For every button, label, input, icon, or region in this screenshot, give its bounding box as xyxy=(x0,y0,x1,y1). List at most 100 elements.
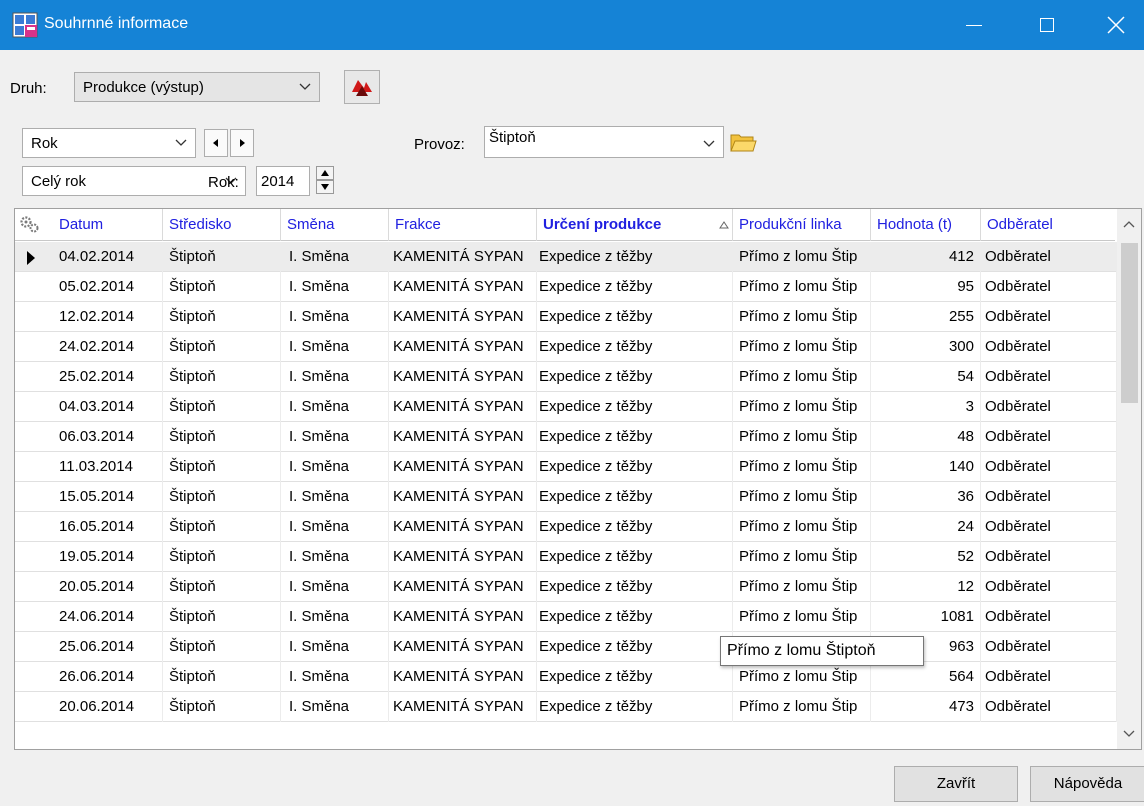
cell-hodnota[interactable]: 48 xyxy=(871,422,981,452)
cell-smena[interactable]: I. Směna xyxy=(281,332,389,362)
close-window-button[interactable] xyxy=(1088,0,1144,50)
cell-urceni-produkce[interactable]: Expedice z těžby xyxy=(537,272,733,302)
cell-frakce[interactable]: KAMENITÁ SYPAN xyxy=(389,572,537,602)
cell-frakce[interactable]: KAMENITÁ SYPAN xyxy=(389,392,537,422)
cell-datum[interactable]: 25.06.2014 xyxy=(53,632,163,662)
cell-datum[interactable]: 04.03.2014 xyxy=(53,392,163,422)
cell-odberatel[interactable]: Odběratel xyxy=(981,272,1117,302)
cell-datum[interactable]: 15.05.2014 xyxy=(53,482,163,512)
cell-stredisko[interactable]: Štiptoň xyxy=(163,662,281,692)
cell-stredisko[interactable]: Štiptoň xyxy=(163,392,281,422)
column-header-odberatel[interactable]: Odběratel xyxy=(981,209,1117,241)
table-row[interactable]: 04.02.2014 Štiptoň I. Směna KAMENITÁ SYPAN E… xyxy=(15,242,1117,272)
cell-hodnota[interactable]: 255 xyxy=(871,302,981,332)
cell-odberatel[interactable]: Odběratel xyxy=(981,602,1117,632)
cell-stredisko[interactable]: Štiptoň xyxy=(163,272,281,302)
table-row[interactable]: 20.06.2014 Štiptoň I. Směna KAMENITÁ SYPAN E… xyxy=(15,692,1117,722)
column-header-urceni-produkce[interactable]: Určení produkce xyxy=(537,209,733,241)
cell-urceni-produkce[interactable]: Expedice z těžby xyxy=(537,572,733,602)
cell-hodnota[interactable]: 54 xyxy=(871,362,981,392)
cell-hodnota[interactable]: 36 xyxy=(871,482,981,512)
cell-odberatel[interactable]: Odběratel xyxy=(981,572,1117,602)
cell-produkcni-linka[interactable]: Přímo z lomu Štip xyxy=(733,392,871,422)
cell-produkcni-linka[interactable]: Přímo z lomu Štip xyxy=(733,542,871,572)
cell-frakce[interactable]: KAMENITÁ SYPAN xyxy=(389,542,537,572)
cell-odberatel[interactable]: Odběratel xyxy=(981,392,1117,422)
cell-smena[interactable]: I. Směna xyxy=(281,392,389,422)
period-type-select[interactable]: Rok xyxy=(22,128,196,158)
table-row[interactable]: 06.03.2014 Štiptoň I. Směna KAMENITÁ SYPAN E… xyxy=(15,422,1117,452)
table-row[interactable]: 25.02.2014 Štiptoň I. Směna KAMENITÁ SYPAN E… xyxy=(15,362,1117,392)
cell-odberatel[interactable]: Odběratel xyxy=(981,482,1117,512)
cell-stredisko[interactable]: Štiptoň xyxy=(163,692,281,722)
table-row[interactable]: 20.05.2014 Štiptoň I. Směna KAMENITÁ SYPAN E… xyxy=(15,572,1117,602)
cell-frakce[interactable]: KAMENITÁ SYPAN xyxy=(389,692,537,722)
cell-urceni-produkce[interactable]: Expedice z těžby xyxy=(537,662,733,692)
cell-stredisko[interactable]: Štiptoň xyxy=(163,452,281,482)
cell-frakce[interactable]: KAMENITÁ SYPAN xyxy=(389,602,537,632)
column-header-stredisko[interactable]: Středisko xyxy=(163,209,281,241)
scroll-up-icon[interactable] xyxy=(1123,219,1135,231)
cell-frakce[interactable]: KAMENITÁ SYPAN xyxy=(389,362,537,392)
column-header-hodnota[interactable]: Hodnota (t) xyxy=(871,209,981,241)
help-button[interactable]: Nápověda xyxy=(1030,766,1144,802)
cell-urceni-produkce[interactable]: Expedice z těžby xyxy=(537,512,733,542)
cell-produkcni-linka[interactable]: Přímo z lomu Štip xyxy=(733,332,871,362)
scroll-thumb[interactable] xyxy=(1121,243,1138,403)
cell-smena[interactable]: I. Směna xyxy=(281,602,389,632)
cell-produkcni-linka[interactable]: Přímo z lomu Štip xyxy=(733,602,871,632)
table-row[interactable]: 19.05.2014 Štiptoň I. Směna KAMENITÁ SYPAN E… xyxy=(15,542,1117,572)
cell-smena[interactable]: I. Směna xyxy=(281,542,389,572)
cell-odberatel[interactable]: Odběratel xyxy=(981,542,1117,572)
cell-odberatel[interactable]: Odběratel xyxy=(981,302,1117,332)
table-row[interactable]: 04.03.2014 Štiptoň I. Směna KAMENITÁ SYPAN E… xyxy=(15,392,1117,422)
cell-hodnota[interactable]: 473 xyxy=(871,692,981,722)
cell-hodnota[interactable]: 412 xyxy=(871,242,981,272)
cell-odberatel[interactable]: Odběratel xyxy=(981,452,1117,482)
previous-period-button[interactable] xyxy=(204,129,228,157)
cell-urceni-produkce[interactable]: Expedice z těžby xyxy=(537,362,733,392)
cell-urceni-produkce[interactable]: Expedice z těžby xyxy=(537,392,733,422)
cell-stredisko[interactable]: Štiptoň xyxy=(163,482,281,512)
vertical-scrollbar[interactable] xyxy=(1117,209,1141,749)
cell-frakce[interactable]: KAMENITÁ SYPAN xyxy=(389,272,537,302)
cell-datum[interactable]: 20.06.2014 xyxy=(53,692,163,722)
cell-hodnota[interactable]: 52 xyxy=(871,542,981,572)
cell-frakce[interactable]: KAMENITÁ SYPAN xyxy=(389,512,537,542)
druh-select[interactable]: Produkce (výstup) xyxy=(74,72,320,102)
cell-datum[interactable]: 24.02.2014 xyxy=(53,332,163,362)
cell-datum[interactable]: 19.05.2014 xyxy=(53,542,163,572)
cell-hodnota[interactable]: 300 xyxy=(871,332,981,362)
cell-datum[interactable]: 05.02.2014 xyxy=(53,272,163,302)
cell-urceni-produkce[interactable]: Expedice z těžby xyxy=(537,302,733,332)
year-input[interactable]: 2014 xyxy=(256,166,310,196)
cell-frakce[interactable]: KAMENITÁ SYPAN xyxy=(389,302,537,332)
cell-stredisko[interactable]: Štiptoň xyxy=(163,542,281,572)
column-header-smena[interactable]: Směna xyxy=(281,209,389,241)
cell-frakce[interactable]: KAMENITÁ SYPAN xyxy=(389,632,537,662)
column-header-frakce[interactable]: Frakce xyxy=(389,209,537,241)
column-header-produkcni-linka[interactable]: Produkční linka xyxy=(733,209,871,241)
provoz-select[interactable]: Štiptoň xyxy=(484,126,724,158)
cell-urceni-produkce[interactable]: Expedice z těžby xyxy=(537,482,733,512)
cell-produkcni-linka[interactable]: Přímo z lomu Štip xyxy=(733,272,871,302)
browse-folder-button[interactable] xyxy=(728,127,758,157)
cell-frakce[interactable]: KAMENITÁ SYPAN xyxy=(389,242,537,272)
cell-datum[interactable]: 24.06.2014 xyxy=(53,602,163,632)
cell-smena[interactable]: I. Směna xyxy=(281,632,389,662)
cell-odberatel[interactable]: Odběratel xyxy=(981,632,1117,662)
table-row[interactable]: 05.02.2014 Štiptoň I. Směna KAMENITÁ SYPAN E… xyxy=(15,272,1117,302)
cell-datum[interactable]: 20.05.2014 xyxy=(53,572,163,602)
cell-smena[interactable]: I. Směna xyxy=(281,512,389,542)
cell-produkcni-linka[interactable]: Přímo z lomu Štip xyxy=(733,662,871,692)
minimize-button[interactable] xyxy=(946,0,1002,50)
table-row[interactable]: 24.02.2014 Štiptoň I. Směna KAMENITÁ SYPAN E… xyxy=(15,332,1117,362)
cell-odberatel[interactable]: Odběratel xyxy=(981,242,1117,272)
cell-datum[interactable]: 26.06.2014 xyxy=(53,662,163,692)
cell-produkcni-linka[interactable]: Přímo z lomu Štip xyxy=(733,242,871,272)
cell-stredisko[interactable]: Štiptoň xyxy=(163,362,281,392)
cell-urceni-produkce[interactable]: Expedice z těžby xyxy=(537,632,733,662)
cell-smena[interactable]: I. Směna xyxy=(281,572,389,602)
cell-produkcni-linka[interactable]: Přímo z lomu Štip xyxy=(733,512,871,542)
scroll-down-icon[interactable] xyxy=(1123,727,1135,739)
